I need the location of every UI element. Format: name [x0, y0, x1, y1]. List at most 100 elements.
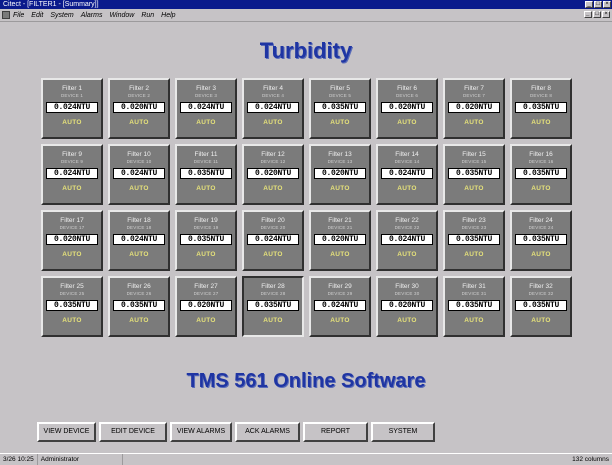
menu-alarms[interactable]: Alarms	[81, 12, 103, 19]
filter-tile[interactable]: Filter 6 DEVICE 6 0.020NTU AUTO	[376, 78, 438, 139]
turbidity-value: 0.024NTU	[381, 168, 433, 179]
filter-name: Filter 13	[328, 151, 352, 158]
status-label: AUTO	[330, 317, 350, 324]
minimize-button[interactable]: _	[585, 1, 593, 8]
status-label: AUTO	[129, 317, 149, 324]
filter-tile[interactable]: Filter 11 DEVICE 11 0.035NTU AUTO	[175, 144, 237, 205]
filter-name: Filter 24	[529, 217, 553, 224]
status-label: AUTO	[62, 185, 82, 192]
filter-tile[interactable]: Filter 16 DEVICE 16 0.035NTU AUTO	[510, 144, 572, 205]
filter-tile[interactable]: Filter 19 DEVICE 19 0.035NTU AUTO	[175, 210, 237, 271]
turbidity-value: 0.020NTU	[381, 102, 433, 113]
action-toolbar: VIEW DEVICE EDIT DEVICE VIEW ALARMS ACK …	[37, 422, 438, 442]
turbidity-value: 0.024NTU	[247, 234, 299, 245]
turbidity-value: 0.035NTU	[448, 234, 500, 245]
filter-tile[interactable]: Filter 14 DEVICE 14 0.024NTU AUTO	[376, 144, 438, 205]
title-bar[interactable]: Citect - [FILTER1 - [Summary]] _ □ ×	[0, 0, 612, 9]
ack-alarms-button[interactable]: ACK ALARMS	[235, 422, 300, 442]
filter-tile[interactable]: Filter 17 DEVICE 17 0.020NTU AUTO	[41, 210, 103, 271]
turbidity-value: 0.035NTU	[448, 300, 500, 311]
filter-tile[interactable]: Filter 26 DEVICE 26 0.035NTU AUTO	[108, 276, 170, 337]
window-title: Citect - [FILTER1 - [Summary]]	[3, 1, 99, 8]
status-label: AUTO	[531, 317, 551, 324]
filter-tile[interactable]: Filter 32 DEVICE 32 0.035NTU AUTO	[510, 276, 572, 337]
report-button[interactable]: REPORT	[303, 422, 368, 442]
status-label: AUTO	[196, 317, 216, 324]
filter-tile[interactable]: Filter 8 DEVICE 8 0.035NTU AUTO	[510, 78, 572, 139]
turbidity-value: 0.020NTU	[381, 300, 433, 311]
filter-tile[interactable]: Filter 2 DEVICE 2 0.020NTU AUTO	[108, 78, 170, 139]
filter-tile[interactable]: Filter 10 DEVICE 10 0.024NTU AUTO	[108, 144, 170, 205]
doc-minimize-button[interactable]: _	[584, 11, 592, 18]
menu-help[interactable]: Help	[161, 12, 175, 19]
filter-tile[interactable]: Filter 15 DEVICE 15 0.035NTU AUTO	[443, 144, 505, 205]
view-alarms-button[interactable]: VIEW ALARMS	[170, 422, 232, 442]
app-menu-icon[interactable]	[2, 11, 10, 19]
filter-tile[interactable]: Filter 3 DEVICE 3 0.024NTU AUTO	[175, 78, 237, 139]
device-label: DEVICE 24	[528, 225, 554, 230]
menu-system[interactable]: System	[50, 12, 73, 19]
menu-edit[interactable]: Edit	[31, 12, 43, 19]
doc-restore-button[interactable]: □	[593, 11, 601, 18]
doc-close-button[interactable]: ×	[602, 11, 610, 18]
menu-window[interactable]: Window	[109, 12, 134, 19]
filter-tile[interactable]: Filter 20 DEVICE 20 0.024NTU AUTO	[242, 210, 304, 271]
filter-tile[interactable]: Filter 5 DEVICE 5 0.035NTU AUTO	[309, 78, 371, 139]
status-label: AUTO	[263, 317, 283, 324]
device-label: DEVICE 31	[461, 291, 487, 296]
status-label: AUTO	[330, 251, 350, 258]
device-label: DEVICE 12	[260, 159, 286, 164]
status-label: AUTO	[263, 119, 283, 126]
device-label: DEVICE 18	[126, 225, 152, 230]
close-button[interactable]: ×	[603, 1, 611, 8]
filter-name: Filter 29	[328, 283, 352, 290]
turbidity-value: 0.024NTU	[46, 168, 98, 179]
turbidity-value: 0.020NTU	[448, 102, 500, 113]
filter-tile[interactable]: Filter 31 DEVICE 31 0.035NTU AUTO	[443, 276, 505, 337]
turbidity-value: 0.035NTU	[113, 300, 165, 311]
filter-tile[interactable]: Filter 22 DEVICE 22 0.024NTU AUTO	[376, 210, 438, 271]
status-label: AUTO	[196, 119, 216, 126]
device-label: DEVICE 14	[394, 159, 420, 164]
status-label: AUTO	[531, 119, 551, 126]
window-controls: _ □ ×	[585, 1, 611, 8]
filter-tile[interactable]: Filter 1 DEVICE 1 0.024NTU AUTO	[41, 78, 103, 139]
filter-tile[interactable]: Filter 21 DEVICE 21 0.020NTU AUTO	[309, 210, 371, 271]
filter-tile[interactable]: Filter 13 DEVICE 13 0.020NTU AUTO	[309, 144, 371, 205]
software-title: TMS 561 Online Software	[186, 370, 426, 392]
turbidity-value: 0.024NTU	[247, 102, 299, 113]
filter-name: Filter 30	[395, 283, 419, 290]
filter-tile[interactable]: Filter 30 DEVICE 30 0.020NTU AUTO	[376, 276, 438, 337]
device-label: DEVICE 28	[260, 291, 286, 296]
filter-tile[interactable]: Filter 23 DEVICE 23 0.035NTU AUTO	[443, 210, 505, 271]
filter-tile[interactable]: Filter 4 DEVICE 4 0.024NTU AUTO	[242, 78, 304, 139]
menu-run[interactable]: Run	[141, 12, 154, 19]
view-device-button[interactable]: VIEW DEVICE	[37, 422, 96, 442]
filter-tile[interactable]: Filter 27 DEVICE 27 0.020NTU AUTO	[175, 276, 237, 337]
filter-tile[interactable]: Filter 12 DEVICE 12 0.020NTU AUTO	[242, 144, 304, 205]
device-label: DEVICE 30	[394, 291, 420, 296]
turbidity-value: 0.035NTU	[515, 168, 567, 179]
maximize-button[interactable]: □	[594, 1, 602, 8]
device-label: DEVICE 2	[127, 93, 151, 98]
status-label: AUTO	[62, 317, 82, 324]
filter-name: Filter 1	[62, 85, 82, 92]
filter-name: Filter 8	[531, 85, 551, 92]
system-button[interactable]: SYSTEM	[371, 422, 435, 442]
filter-name: Filter 9	[62, 151, 82, 158]
filter-tile[interactable]: Filter 7 DEVICE 7 0.020NTU AUTO	[443, 78, 505, 139]
filter-name: Filter 25	[60, 283, 84, 290]
turbidity-value: 0.020NTU	[314, 168, 366, 179]
filter-tile[interactable]: Filter 18 DEVICE 18 0.024NTU AUTO	[108, 210, 170, 271]
filter-tile[interactable]: Filter 28 DEVICE 28 0.035NTU AUTO	[242, 276, 304, 337]
device-label: DEVICE 5	[328, 93, 352, 98]
filter-tile[interactable]: Filter 25 DEVICE 25 0.035NTU AUTO	[41, 276, 103, 337]
menu-file[interactable]: File	[13, 12, 24, 19]
app-window: Citect - [FILTER1 - [Summary]] _ □ × Fil…	[0, 0, 612, 465]
edit-device-button[interactable]: EDIT DEVICE	[99, 422, 167, 442]
filter-tile[interactable]: Filter 24 DEVICE 24 0.035NTU AUTO	[510, 210, 572, 271]
turbidity-value: 0.024NTU	[46, 102, 98, 113]
filter-tile[interactable]: Filter 9 DEVICE 9 0.024NTU AUTO	[41, 144, 103, 205]
filter-tile[interactable]: Filter 29 DEVICE 29 0.024NTU AUTO	[309, 276, 371, 337]
status-label: AUTO	[464, 185, 484, 192]
